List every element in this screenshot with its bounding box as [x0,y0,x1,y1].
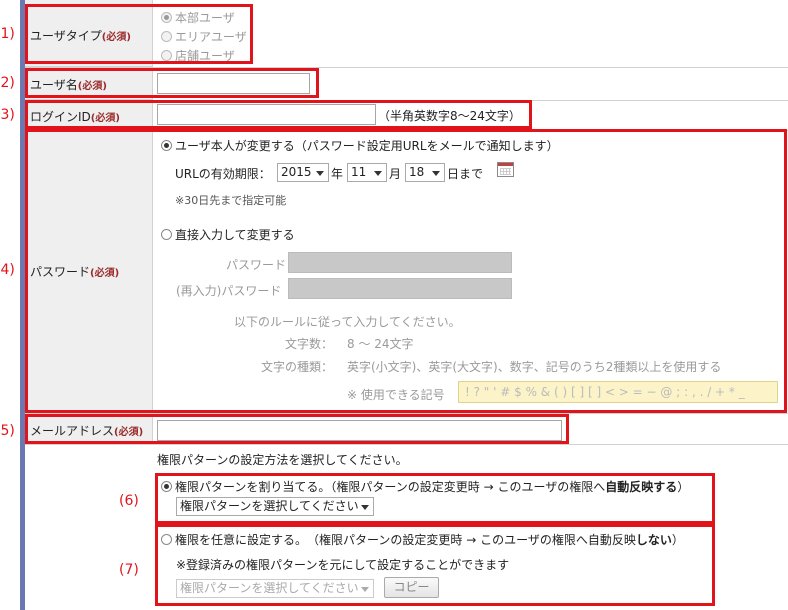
marker-5: (5) [0,423,15,439]
marker-4: (4) [0,262,15,278]
annotation-box-6 [155,473,715,524]
annotation-box-5 [25,414,569,444]
row-separator [25,444,788,445]
permission-intro: 権限パターンの設定方法を選択してください。 [157,453,408,467]
marker-3: (3) [0,107,15,123]
annotation-box-4 [25,129,787,413]
annotation-box-1 [25,4,253,64]
marker-1: (1) [0,26,15,42]
annotation-box-3 [25,100,532,129]
annotation-box-2 [25,68,319,98]
marker-7: (7) [119,562,139,578]
marker-2: (2) [0,75,15,91]
annotation-box-7 [155,524,715,606]
marker-6: (6) [119,493,139,509]
